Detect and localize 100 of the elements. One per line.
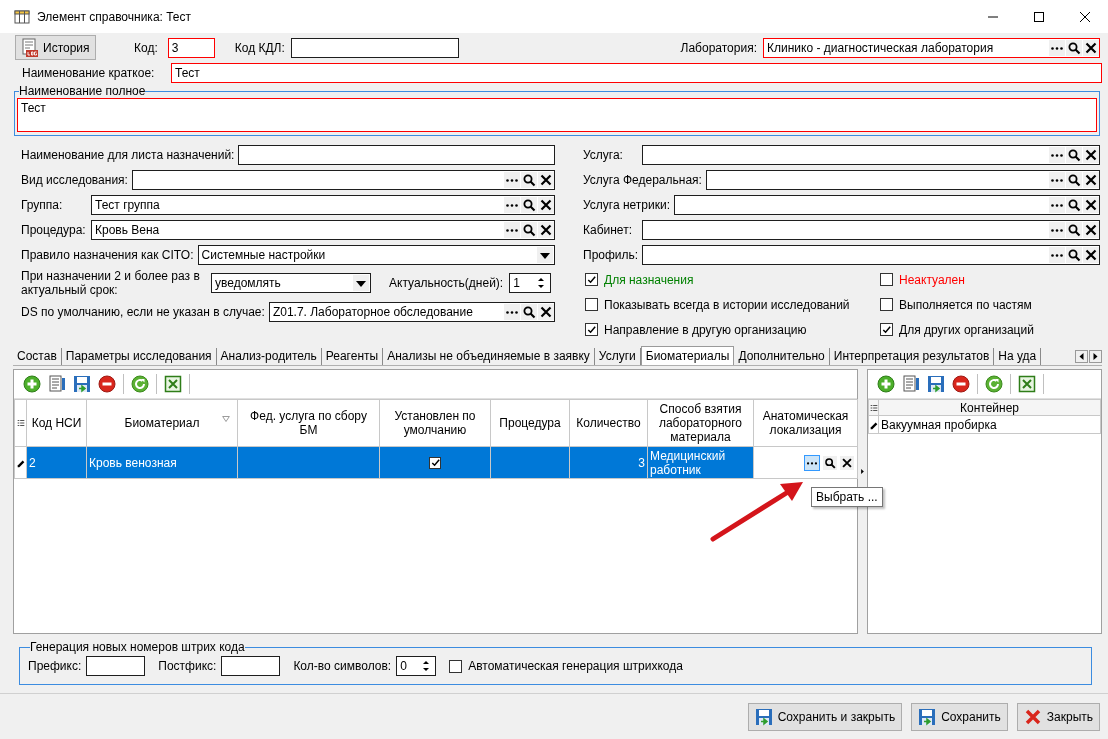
remove-icon[interactable] — [98, 375, 116, 393]
ellipsis-icon[interactable] — [504, 303, 520, 320]
tab[interactable]: Интерпретация результатов — [829, 348, 995, 365]
tab[interactable]: Услуги — [594, 348, 641, 365]
search-icon[interactable] — [521, 196, 537, 213]
spreadsheet-icon[interactable] — [164, 375, 182, 393]
search-icon[interactable] — [823, 455, 837, 470]
column-header[interactable]: Установлен по умолчанию — [379, 399, 491, 447]
text-field[interactable] — [221, 656, 281, 676]
lookup-field[interactable]: Клинико - диагностическая лаборатория — [763, 37, 1100, 58]
dropdown[interactable]: Системные настройки — [197, 244, 555, 265]
clear-icon[interactable] — [538, 196, 554, 213]
checkbox[interactable] — [585, 323, 598, 336]
remove-icon[interactable] — [952, 375, 970, 393]
scroll-right-icon[interactable] — [1089, 349, 1102, 363]
down-arrow-icon[interactable] — [536, 283, 547, 290]
column-header[interactable]: Способ взятия лабораторного материала — [647, 399, 754, 447]
save-button[interactable]: Сохранить и закрыть — [747, 702, 903, 731]
tab[interactable]: Анализ-родитель — [216, 348, 322, 365]
text-field[interactable] — [86, 656, 146, 676]
save-button[interactable]: Сохранить — [911, 702, 1008, 731]
column-chooser-icon[interactable] — [869, 402, 879, 413]
search-icon[interactable] — [1066, 171, 1082, 188]
dropdown[interactable]: уведомлять — [211, 273, 371, 293]
ellipsis-icon[interactable] — [504, 221, 520, 238]
floppy-icon[interactable] — [73, 375, 91, 393]
column-header[interactable]: Процедура — [490, 399, 570, 447]
spin-field[interactable]: 1 — [509, 273, 552, 293]
lookup-field[interactable] — [642, 244, 1100, 265]
ellipsis-icon[interactable] — [1049, 171, 1065, 188]
search-icon[interactable] — [1066, 146, 1082, 163]
close-button[interactable]: Закрыть — [1016, 702, 1100, 731]
tab[interactable]: Состав — [13, 348, 62, 365]
column-header[interactable]: Контейнер — [878, 399, 1101, 416]
spin-field[interactable]: 0 — [396, 656, 437, 676]
ellipsis-icon[interactable] — [804, 454, 820, 471]
clear-icon[interactable] — [538, 303, 554, 320]
column-header[interactable]: Количество — [569, 399, 648, 447]
clear-icon[interactable] — [1083, 171, 1099, 188]
lookup-field[interactable] — [642, 144, 1100, 165]
text-field[interactable]: Тест — [171, 63, 1102, 83]
ellipsis-icon[interactable] — [1049, 39, 1065, 56]
column-header[interactable]: Код НСИ — [26, 399, 87, 447]
column-chooser-icon[interactable] — [15, 418, 26, 428]
tab[interactable]: Биоматериалы — [640, 346, 735, 365]
checkbox[interactable] — [585, 273, 598, 286]
caret-icon[interactable] — [353, 275, 369, 291]
checkbox[interactable] — [449, 659, 463, 673]
clear-icon[interactable] — [538, 221, 554, 238]
column-header[interactable]: Анатомическая локализация — [753, 399, 858, 447]
text-field[interactable] — [238, 144, 555, 165]
tab[interactable]: На уда — [994, 348, 1042, 365]
search-icon[interactable] — [1066, 39, 1082, 56]
refresh-icon[interactable] — [131, 375, 149, 393]
checkbox[interactable] — [585, 298, 598, 311]
search-icon[interactable] — [521, 303, 537, 320]
clear-icon[interactable] — [840, 455, 854, 470]
search-icon[interactable] — [1066, 196, 1082, 213]
clear-icon[interactable] — [538, 171, 554, 188]
ellipsis-icon[interactable] — [1049, 196, 1065, 213]
lookup-field[interactable] — [674, 194, 1100, 215]
text-area[interactable]: Тест — [17, 98, 1097, 132]
refresh-icon[interactable] — [985, 375, 1003, 393]
tab[interactable]: Параметры исследования — [61, 348, 217, 365]
checkbox[interactable] — [880, 323, 893, 336]
clear-icon[interactable] — [1083, 221, 1099, 238]
lookup-field[interactable] — [642, 219, 1100, 240]
checkbox[interactable] — [880, 273, 893, 286]
history-button[interactable]: История — [15, 35, 96, 60]
search-icon[interactable] — [1066, 246, 1082, 263]
document-icon[interactable] — [902, 375, 920, 393]
clear-icon[interactable] — [1083, 146, 1099, 163]
lookup-field[interactable] — [705, 169, 1100, 190]
ellipsis-icon[interactable] — [504, 196, 520, 213]
up-arrow-icon[interactable] — [421, 659, 432, 666]
document-icon[interactable] — [48, 375, 66, 393]
down-arrow-icon[interactable] — [421, 666, 432, 673]
column-header[interactable]: Биоматериал — [86, 399, 238, 447]
caret-icon[interactable] — [537, 246, 553, 263]
tab[interactable]: Реагенты — [321, 348, 384, 365]
ellipsis-icon[interactable] — [1049, 246, 1065, 263]
ellipsis-icon[interactable] — [504, 171, 520, 188]
lookup-field[interactable]: Тест группа — [91, 194, 555, 215]
clear-icon[interactable] — [1083, 246, 1099, 263]
spreadsheet-icon[interactable] — [1018, 375, 1036, 393]
add-icon[interactable] — [877, 375, 895, 393]
expand-arrow-icon[interactable] — [859, 467, 866, 476]
lookup-field[interactable]: Кровь Вена — [91, 219, 555, 240]
tab[interactable]: Анализы не объединяемые в заявку — [383, 348, 595, 365]
search-icon[interactable] — [1066, 221, 1082, 238]
scroll-left-icon[interactable] — [1075, 349, 1088, 363]
clear-icon[interactable] — [1083, 39, 1099, 56]
checkbox[interactable] — [429, 456, 441, 469]
lookup-field[interactable] — [131, 169, 555, 190]
floppy-icon[interactable] — [927, 375, 945, 393]
ellipsis-icon[interactable] — [1049, 221, 1065, 238]
checkbox[interactable] — [880, 298, 893, 311]
lookup-field[interactable]: Z01.7. Лабораторное обследование — [268, 301, 555, 322]
up-arrow-icon[interactable] — [536, 276, 547, 283]
ellipsis-icon[interactable] — [1049, 146, 1065, 163]
